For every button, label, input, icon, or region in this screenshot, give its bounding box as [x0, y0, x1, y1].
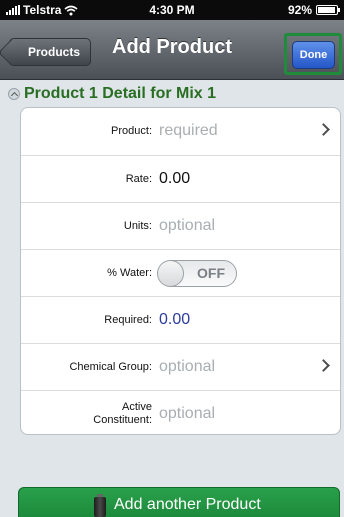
row-product[interactable]: Product: required [21, 108, 340, 155]
toggle-state: OFF [197, 265, 225, 281]
add-button-label: Add another Product [114, 496, 261, 513]
active-constituent-label-line2: Constituent: [93, 414, 152, 426]
battery-percent: 92% [287, 3, 312, 17]
chemical-group-label: Chemical Group: [69, 361, 152, 373]
active-constituent-label-line1: Active [122, 401, 152, 413]
row-rate[interactable]: Rate: 0.00 [21, 155, 340, 202]
add-another-product-button[interactable]: Add another Product [18, 487, 340, 517]
product-value: required [159, 122, 218, 139]
section-header[interactable]: Product 1 Detail for Mix 1 [8, 85, 216, 103]
chevron-right-icon [317, 359, 330, 372]
toggle-knob[interactable] [158, 261, 184, 286]
status-bar: Telstra 4:30 PM 92% [0, 0, 344, 20]
back-button-label: Products [28, 45, 81, 59]
active-constituent-field[interactable]: optional [159, 391, 215, 434]
water-toggle[interactable]: OFF [157, 260, 237, 287]
chemical-group-value: optional [159, 358, 216, 375]
units-label: Units: [123, 220, 152, 232]
water-label: % Water: [107, 267, 152, 279]
done-button-highlight: Done [284, 33, 342, 75]
row-required: Required: 0.00 [21, 296, 340, 343]
navigation-bar: Products Add Product Done [0, 20, 344, 80]
required-label: Required: [104, 314, 152, 326]
chemical-can-icon [94, 494, 106, 517]
row-chemical-group[interactable]: Chemical Group: optional [21, 343, 340, 390]
battery-icon [316, 5, 340, 15]
done-button[interactable]: Done [292, 41, 335, 69]
product-detail-table: Product: required Rate: 0.00 Units: opti… [20, 107, 341, 435]
battery-info: 92% [287, 3, 340, 17]
row-water: % Water: OFF [21, 249, 340, 296]
rate-field[interactable]: 0.00 [159, 156, 190, 202]
units-field[interactable]: optional [159, 203, 215, 249]
collapse-icon[interactable] [8, 88, 20, 100]
chevron-right-icon [317, 123, 330, 136]
row-active-constituent[interactable]: Active Constituent: optional [21, 390, 340, 434]
product-label: Product: [111, 125, 152, 137]
back-button-products[interactable]: Products [9, 38, 92, 66]
required-value: 0.00 [159, 311, 191, 328]
section-title: Product 1 Detail for Mix 1 [24, 85, 217, 102]
row-units[interactable]: Units: optional [21, 202, 340, 249]
active-constituent-label: Active Constituent: [93, 401, 152, 427]
rate-label: Rate: [125, 173, 152, 185]
